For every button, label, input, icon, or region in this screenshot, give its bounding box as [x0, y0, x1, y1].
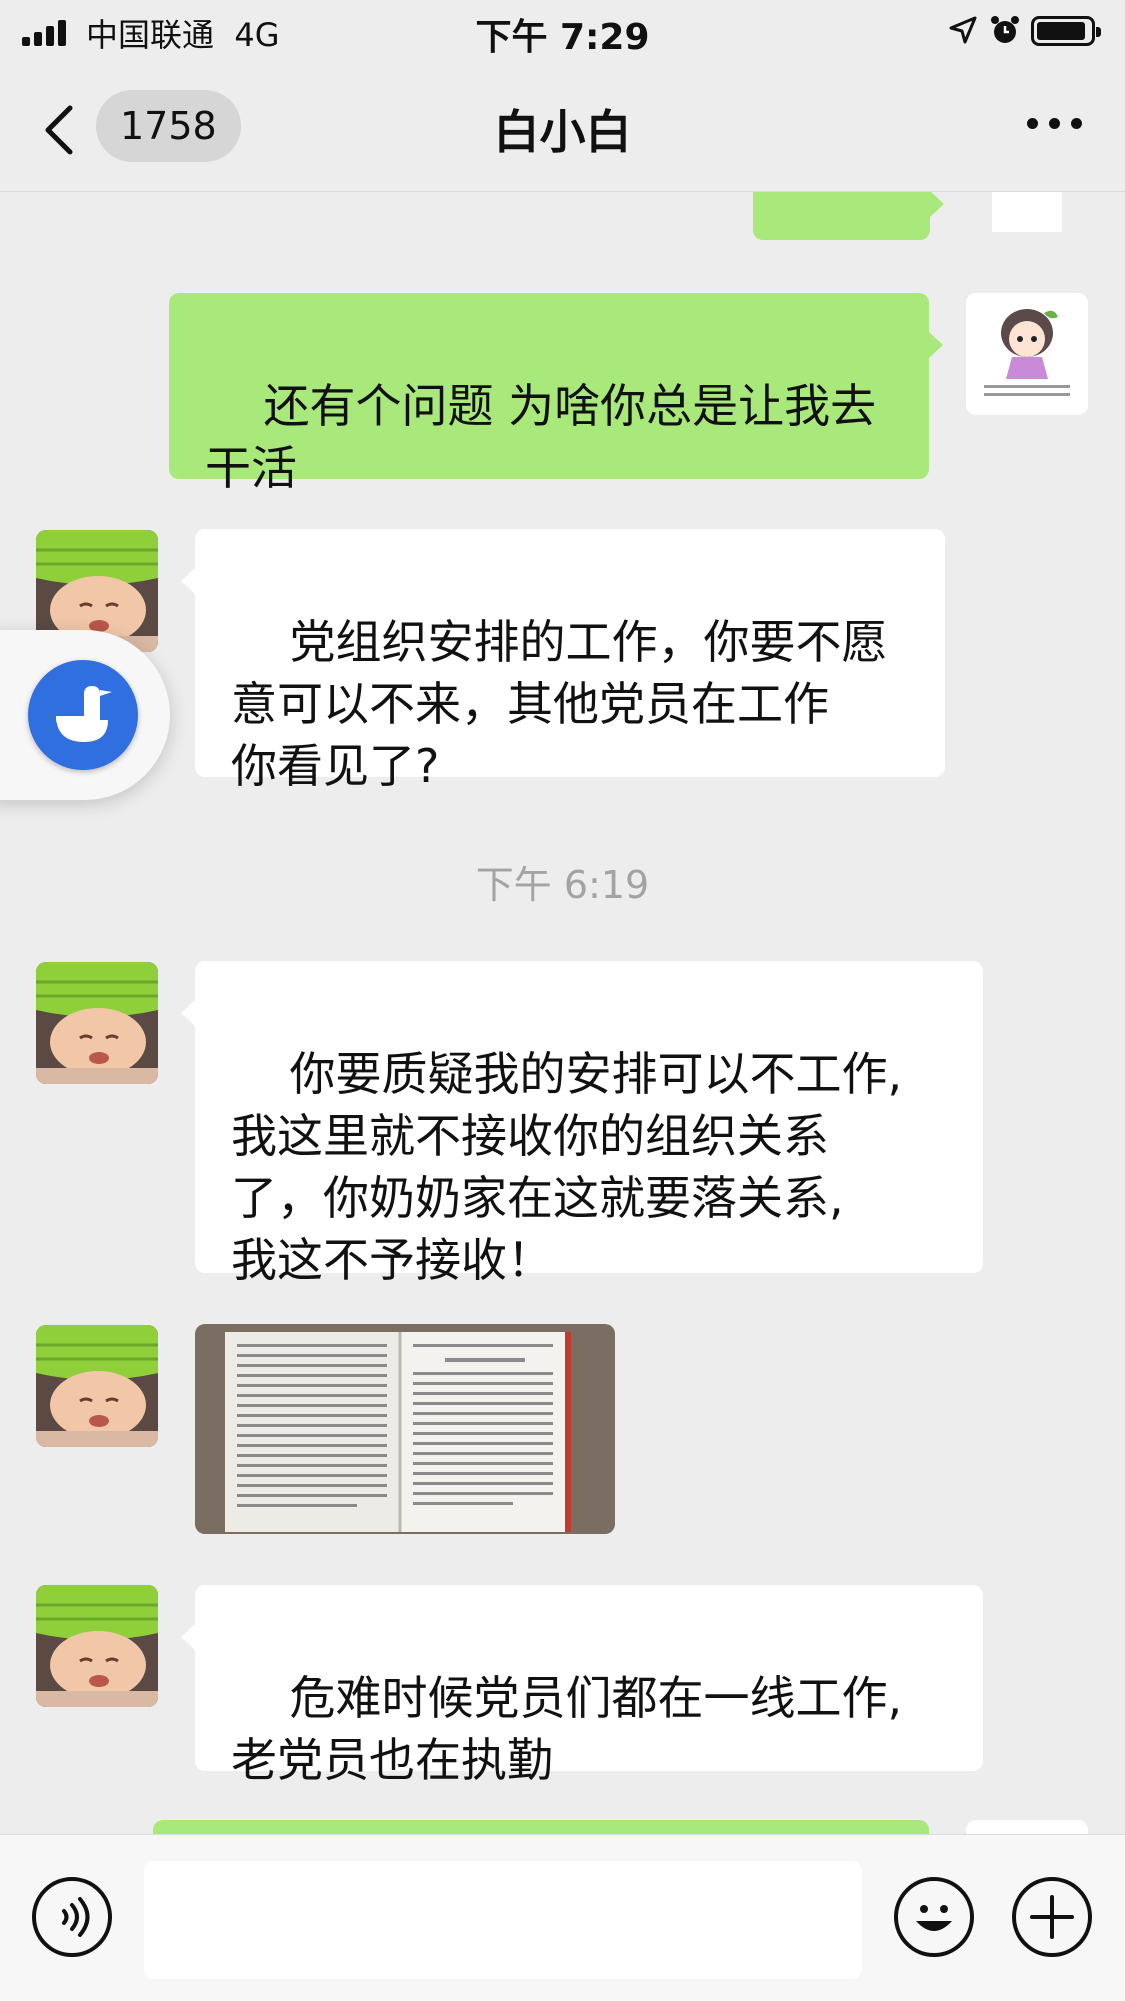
message-bubble-outgoing[interactable] [153, 1820, 929, 1834]
alarm-clock-icon [991, 16, 1019, 43]
emoji-icon[interactable] [894, 1877, 974, 1957]
message-text: 你要质疑我的安排可以不工作, 我这里就不接收你的组织关系 了，你奶奶家在这就要落… [231, 1047, 903, 1287]
book-photo-thumbnail[interactable] [195, 1324, 615, 1534]
contact-avatar[interactable] [36, 1325, 158, 1447]
nav-bar: 1758 白小白 [0, 62, 1125, 192]
status-right-icons [947, 12, 1107, 48]
chat-message-list[interactable]: 还有个问题 为啥你总是让我去 干活 党组织安排的工作，你要不愿 意可以不来，其他… [0, 192, 1125, 1834]
self-avatar[interactable] [966, 1820, 1088, 1834]
self-avatar[interactable] [966, 192, 1088, 232]
chat-title: 白小白 [493, 105, 632, 159]
message-bubble-incoming[interactable]: 危难时候党员们都在一线工作, 老党员也在执勤 [181, 1585, 983, 1787]
message-bubble-incoming[interactable]: 党组织安排的工作，你要不愿 意可以不来，其他党员在工作 你看见了? [181, 529, 945, 793]
message-bubble-outgoing[interactable]: 还有个问题 为啥你总是让我去 干活 [169, 293, 943, 495]
message-bubble-incoming[interactable]: 你要质疑我的安排可以不工作, 我这里就不接收你的组织关系 了，你奶奶家在这就要落… [181, 961, 983, 1287]
message-text: 还有个问题 为啥你总是让我去 干活 [205, 379, 877, 495]
message-text: 党组织安排的工作，你要不愿 意可以不来，其他党员在工作 你看见了? [231, 615, 888, 793]
voice-icon[interactable] [32, 1877, 112, 1957]
floating-widget[interactable] [0, 630, 170, 800]
message-input[interactable] [144, 1861, 862, 1979]
input-bar [0, 1834, 1125, 2001]
plus-icon[interactable] [1012, 1877, 1092, 1957]
message-timestamp: 下午 6:19 [475, 863, 650, 907]
message-bubble-outgoing[interactable] [753, 192, 944, 240]
more-dots-icon[interactable] [1025, 114, 1085, 134]
status-bar: 中国联通 4G 下午 7:29 [0, 0, 1125, 62]
goose-app-icon[interactable] [28, 660, 138, 770]
contact-avatar[interactable] [36, 962, 158, 1084]
message-text: 危难时候党员们都在一线工作, 老党员也在执勤 [231, 1671, 903, 1787]
location-arrow-icon [949, 16, 977, 44]
battery-icon [1031, 16, 1101, 46]
contact-avatar[interactable] [36, 1585, 158, 1707]
self-avatar[interactable] [966, 293, 1088, 415]
